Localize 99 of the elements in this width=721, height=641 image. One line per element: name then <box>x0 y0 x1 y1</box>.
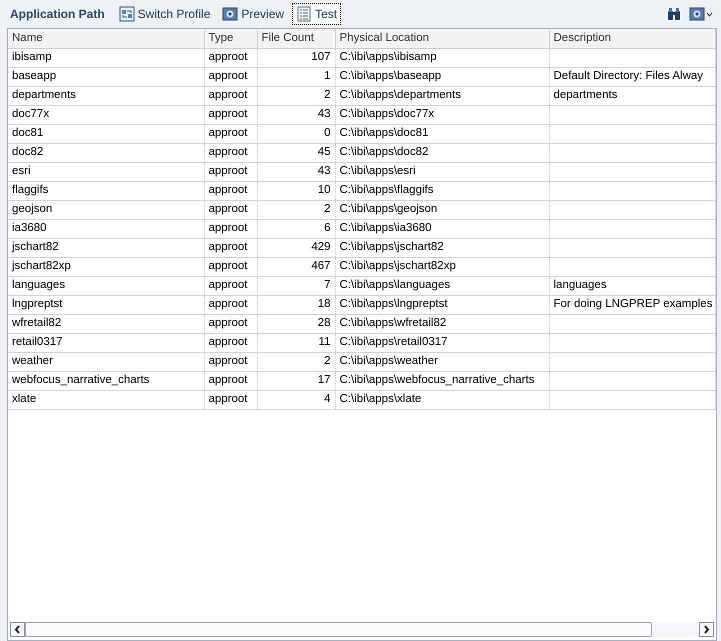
table-cell: C:\ibi\apps\doc81 <box>340 126 428 139</box>
table-cell: C:\ibi\apps\weather <box>340 354 438 367</box>
caret-icon <box>706 12 713 16</box>
eye-window-icon <box>689 6 705 22</box>
table-cell: approot <box>208 146 248 158</box>
table-cell: approot <box>208 222 248 234</box>
table-cell: C:\ibi\apps\departments <box>340 88 461 101</box>
table-cell: 17 <box>318 374 330 386</box>
table-cell: jschart82xp <box>12 260 71 272</box>
table-cell: 10 <box>318 184 330 196</box>
table-cell: C:\ibi\apps\esri <box>340 164 416 177</box>
table-cell: C:\ibi\apps\doc77x <box>340 108 434 120</box>
table-cell: jschart82 <box>12 240 59 253</box>
table-cell: C:\ibi\apps\retail0317 <box>340 336 448 348</box>
table-cell: xlate <box>12 392 36 405</box>
table-cell: approot <box>208 354 248 367</box>
toolbar-button[interactable]: Preview <box>218 3 288 25</box>
table-cell: approot <box>208 316 248 329</box>
table-cell: C:\ibi\apps\doc82 <box>340 146 428 158</box>
table-cell: geojson <box>12 202 52 215</box>
table-cell: doc81 <box>12 126 44 139</box>
table-cell: 2 <box>324 202 330 215</box>
table-cell: ia3680 <box>12 222 47 234</box>
table-cell: 2 <box>324 88 330 101</box>
table-cell: approot <box>208 392 248 405</box>
table-cell: 1 <box>324 70 330 82</box>
table-cell: 28 <box>318 316 330 329</box>
table-cell: retail0317 <box>12 336 63 348</box>
table-cell: departments <box>554 88 618 101</box>
table-cell: Default Directory: Files Alway <box>554 70 704 82</box>
table-cell: languages <box>554 278 607 291</box>
table-cell: approot <box>208 278 248 291</box>
table-cell: 0 <box>324 126 330 139</box>
toolbar-button[interactable]: Test <box>292 3 342 25</box>
table-cell: weather <box>12 354 53 367</box>
table-cell: approot <box>208 298 248 310</box>
table-cell: 429 <box>311 240 330 253</box>
table-cell: approot <box>208 260 248 272</box>
table-cell: 43 <box>318 164 330 177</box>
table-cell: esri <box>12 164 31 177</box>
table-cell: C:\ibi\apps\webfocus_narrative_charts <box>340 374 534 386</box>
table-cell: C:\ibi\apps\lngpreptst <box>340 298 448 310</box>
table-cell: C:\ibi\apps\jschart82xp <box>340 260 456 272</box>
table-cell: 11 <box>318 336 330 348</box>
toolbar-button[interactable]: Switch Profile <box>114 3 214 25</box>
list-icon <box>296 6 312 22</box>
table-cell: approot <box>208 88 248 101</box>
table-cell: 107 <box>311 50 330 63</box>
table-cell: C:\ibi\apps\ibisamp <box>340 50 437 63</box>
table-cell: For doing LNGPREP examples <box>554 298 712 310</box>
table-cell: C:\ibi\apps\languages <box>340 278 450 291</box>
table-cell: flaggifs <box>12 184 48 196</box>
table-cell: 4 <box>324 392 330 405</box>
chevron-right-icon <box>703 624 710 634</box>
panel-title: Application Path <box>10 6 105 23</box>
table-cell: approot <box>208 70 248 82</box>
table-cell: ibisamp <box>12 50 52 63</box>
column-header[interactable]: Physical Location <box>335 29 549 48</box>
table-cell: wfretail82 <box>12 316 62 329</box>
table-cell: 45 <box>318 146 330 158</box>
table-cell: departments <box>12 88 76 101</box>
table-cell: approot <box>208 108 248 120</box>
table-cell: C:\ibi\apps\wfretail82 <box>340 316 446 329</box>
table-cell: approot <box>208 374 248 386</box>
table-cell: 6 <box>324 222 330 234</box>
table-cell: 18 <box>318 298 330 310</box>
table-cell: approot <box>208 240 248 253</box>
table-cell: C:\ibi\apps\baseapp <box>340 70 442 82</box>
table-cell: lngpreptst <box>12 298 63 310</box>
scroll-left-button[interactable] <box>10 622 25 636</box>
table-cell: approot <box>208 184 248 196</box>
table-cell: doc77x <box>12 108 50 120</box>
table-cell: approot <box>208 164 248 177</box>
table-cell: 7 <box>324 278 330 291</box>
table-cell: approot <box>208 336 248 348</box>
table-cell: approot <box>208 126 248 139</box>
table-cell: 467 <box>311 260 330 272</box>
table-cell: C:\ibi\apps\ia3680 <box>340 222 432 234</box>
switch-icon <box>118 6 135 22</box>
table-cell: C:\ibi\apps\geojson <box>340 202 438 215</box>
table-cell: C:\ibi\apps\xlate <box>340 392 422 405</box>
table-cell: C:\ibi\apps\flaggifs <box>340 184 434 196</box>
column-header[interactable]: Description <box>549 29 716 48</box>
column-header[interactable]: File Count <box>257 29 335 48</box>
chevron-left-icon <box>14 624 21 634</box>
table-cell: approot <box>208 202 248 215</box>
table-cell: doc82 <box>12 146 44 158</box>
column-header[interactable]: Type <box>204 29 257 48</box>
table-cell: 43 <box>318 108 330 120</box>
column-header[interactable]: Name <box>8 29 204 48</box>
binoculars-icon[interactable] <box>667 7 681 21</box>
scroll-right-button[interactable] <box>699 622 714 636</box>
table-cell: baseapp <box>12 70 56 82</box>
table-cell: C:\ibi\apps\jschart82 <box>340 240 444 253</box>
eye-window-icon <box>222 6 238 22</box>
table-cell: webfocus_narrative_charts <box>12 374 150 386</box>
table-cell: approot <box>208 50 248 63</box>
table-cell: languages <box>12 278 66 291</box>
table-cell: 2 <box>324 354 330 367</box>
